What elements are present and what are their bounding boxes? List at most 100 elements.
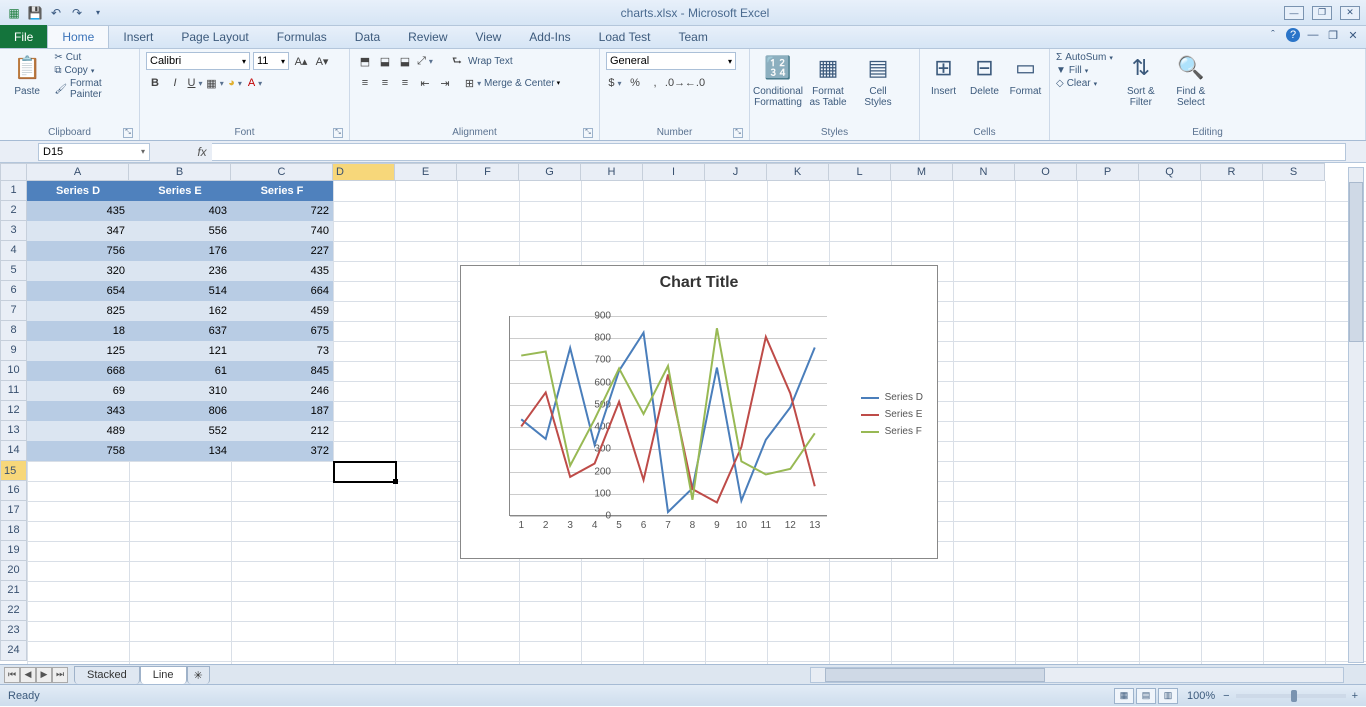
column-header-D[interactable]: D [333, 163, 395, 181]
horizontal-scrollbar[interactable] [810, 667, 1344, 683]
font-dialog-icon[interactable]: ⤡ [333, 128, 343, 138]
row-header-21[interactable]: 21 [0, 581, 27, 601]
cell[interactable]: 212 [231, 421, 333, 441]
cut-button[interactable]: ✂Cut [54, 52, 133, 63]
row-header-19[interactable]: 19 [0, 541, 27, 561]
row-header-1[interactable]: 1 [0, 181, 27, 201]
page-layout-view-button[interactable]: ▤ [1136, 688, 1156, 704]
worksheet-grid[interactable]: ABCDEFGHIJKLMNOPQRS 12345678910111213141… [0, 163, 1366, 664]
row-header-3[interactable]: 3 [0, 221, 27, 241]
select-all-corner[interactable] [0, 163, 27, 181]
row-header-6[interactable]: 6 [0, 281, 27, 301]
doc-minimize-icon[interactable]: ― [1306, 28, 1320, 42]
row-header-23[interactable]: 23 [0, 621, 27, 641]
fx-icon[interactable]: fx [192, 145, 212, 159]
row-header-22[interactable]: 22 [0, 601, 27, 621]
column-header-K[interactable]: K [767, 163, 829, 181]
row-header-20[interactable]: 20 [0, 561, 27, 581]
cell[interactable]: Series E [129, 181, 231, 201]
sheet-nav-last-icon[interactable]: ⏭ [52, 667, 68, 683]
cell[interactable]: 675 [231, 321, 333, 341]
font-color-button[interactable]: A [246, 74, 264, 92]
tab-view[interactable]: View [462, 25, 516, 48]
orientation-icon[interactable]: ⤢ [416, 52, 434, 70]
cell[interactable]: 187 [231, 401, 333, 421]
cell[interactable]: 845 [231, 361, 333, 381]
column-header-H[interactable]: H [581, 163, 643, 181]
cell[interactable]: Series F [231, 181, 333, 201]
minimize-ribbon-icon[interactable]: ˆ [1266, 28, 1280, 42]
decrease-indent-icon[interactable]: ⇤ [416, 74, 434, 92]
cell[interactable]: 162 [129, 301, 231, 321]
row-header-5[interactable]: 5 [0, 261, 27, 281]
format-painter-button[interactable]: 🖌Format Painter [54, 78, 133, 100]
doc-restore-icon[interactable]: ❐ [1326, 28, 1340, 42]
cell[interactable]: 556 [129, 221, 231, 241]
close-button[interactable]: ✕ [1340, 6, 1360, 20]
conditional-formatting-button[interactable]: 🔢Conditional Formatting [756, 52, 800, 108]
sheet-nav-prev-icon[interactable]: ◀ [20, 667, 36, 683]
zoom-slider[interactable] [1236, 694, 1346, 698]
increase-indent-icon[interactable]: ⇥ [436, 74, 454, 92]
number-dialog-icon[interactable]: ⤡ [733, 128, 743, 138]
minimize-button[interactable]: ― [1284, 6, 1304, 20]
column-header-A[interactable]: A [27, 163, 129, 181]
underline-button[interactable]: U [186, 74, 204, 92]
cell[interactable]: 552 [129, 421, 231, 441]
cell[interactable]: 121 [129, 341, 231, 361]
column-header-J[interactable]: J [705, 163, 767, 181]
cell[interactable]: 320 [27, 261, 129, 281]
sheet-tab-stacked[interactable]: Stacked [74, 666, 140, 684]
cell[interactable]: 758 [27, 441, 129, 461]
cell[interactable]: 654 [27, 281, 129, 301]
column-header-C[interactable]: C [231, 163, 333, 181]
column-header-I[interactable]: I [643, 163, 705, 181]
column-header-P[interactable]: P [1077, 163, 1139, 181]
cell[interactable]: 310 [129, 381, 231, 401]
column-header-E[interactable]: E [395, 163, 457, 181]
cell[interactable]: 372 [231, 441, 333, 461]
redo-icon[interactable]: ↷ [69, 5, 85, 21]
row-header-7[interactable]: 7 [0, 301, 27, 321]
fill-color-button[interactable]: ◕ [226, 74, 244, 92]
format-as-table-button[interactable]: ▦Format as Table [806, 52, 850, 108]
row-header-24[interactable]: 24 [0, 641, 27, 661]
undo-icon[interactable]: ↶ [48, 5, 64, 21]
new-sheet-button[interactable]: ✳ [187, 666, 210, 684]
row-header-17[interactable]: 17 [0, 501, 27, 521]
cell[interactable]: 134 [129, 441, 231, 461]
tab-formulas[interactable]: Formulas [263, 25, 341, 48]
row-header-11[interactable]: 11 [0, 381, 27, 401]
column-header-M[interactable]: M [891, 163, 953, 181]
insert-cells-button[interactable]: ⊞Insert [926, 52, 961, 97]
cell[interactable]: 403 [129, 201, 231, 221]
clear-button[interactable]: ◇Clear▾ [1056, 78, 1113, 89]
tab-data[interactable]: Data [341, 25, 394, 48]
number-format-select[interactable]: General▾ [606, 52, 736, 70]
column-header-Q[interactable]: Q [1139, 163, 1201, 181]
decrease-decimal-icon[interactable]: ←.0 [686, 74, 704, 92]
zoom-out-button[interactable]: − [1223, 690, 1229, 702]
column-header-L[interactable]: L [829, 163, 891, 181]
sheet-nav-first-icon[interactable]: ⏮ [4, 667, 20, 683]
cell[interactable]: 489 [27, 421, 129, 441]
cell[interactable]: 806 [129, 401, 231, 421]
tab-team[interactable]: Team [664, 25, 721, 48]
fill-button[interactable]: ▼Fill▾ [1056, 65, 1113, 76]
align-left-icon[interactable]: ≡ [356, 74, 374, 92]
comma-format-icon[interactable]: , [646, 74, 664, 92]
column-header-R[interactable]: R [1201, 163, 1263, 181]
column-header-F[interactable]: F [457, 163, 519, 181]
row-header-13[interactable]: 13 [0, 421, 27, 441]
row-header-18[interactable]: 18 [0, 521, 27, 541]
zoom-level[interactable]: 100% [1187, 690, 1215, 702]
cell[interactable]: 246 [231, 381, 333, 401]
vertical-scrollbar[interactable] [1348, 167, 1364, 663]
align-middle-icon[interactable]: ⬓ [376, 52, 394, 70]
qat-dropdown-icon[interactable]: ▾ [90, 5, 106, 21]
copy-button[interactable]: ⧉Copy▾ [54, 65, 133, 76]
tab-review[interactable]: Review [394, 25, 461, 48]
name-box[interactable]: D15▾ [38, 143, 150, 161]
column-header-B[interactable]: B [129, 163, 231, 181]
decrease-font-icon[interactable]: A▾ [313, 52, 331, 70]
